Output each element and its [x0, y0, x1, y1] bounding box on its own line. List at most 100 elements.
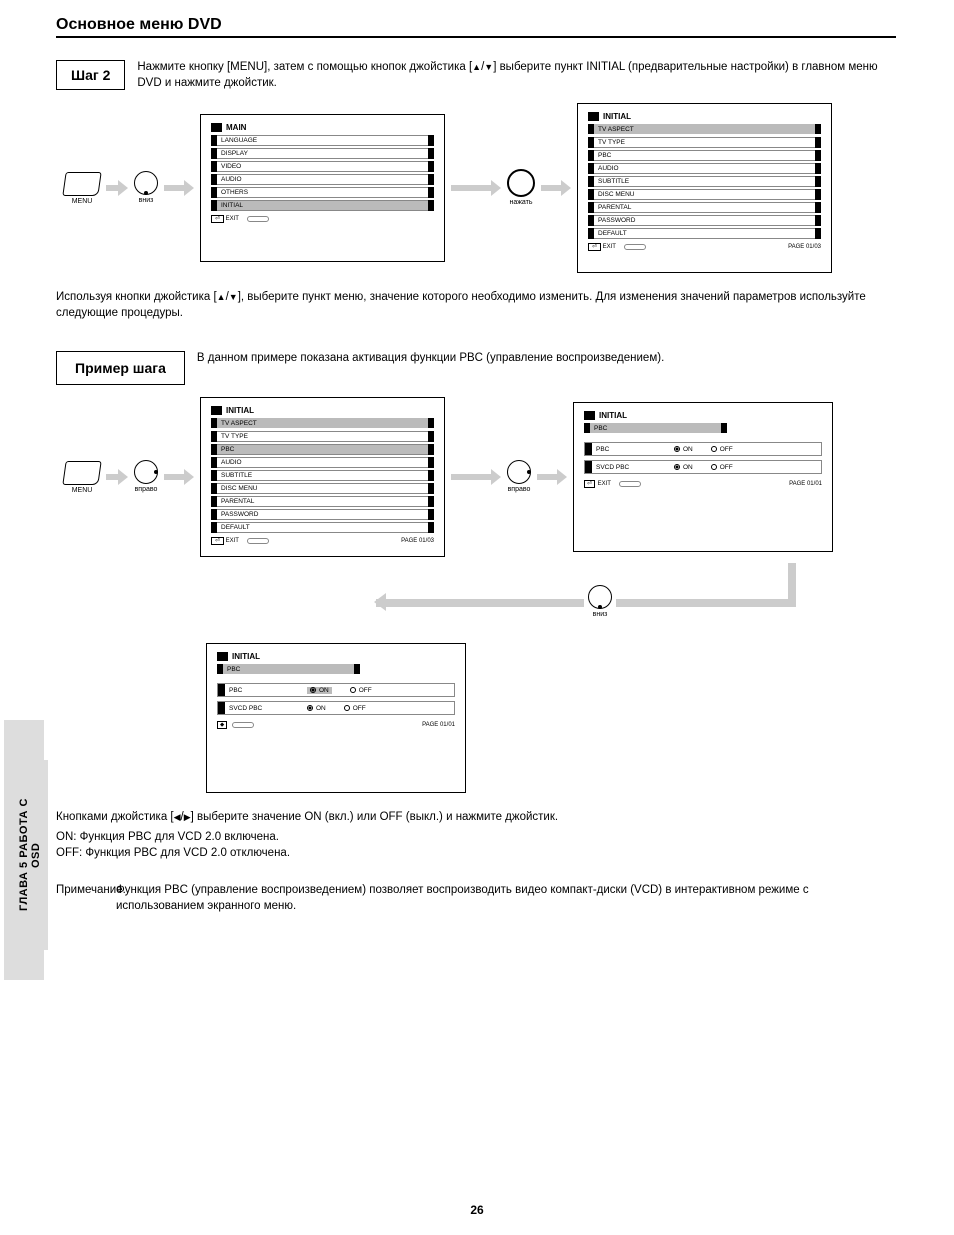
arrow-icon — [164, 182, 194, 194]
screen-pbc-2: INITIAL PBC PBC ON OFF SVCD PBC ON OFF ◆… — [206, 643, 466, 793]
step2-label: Шаг 2 — [56, 60, 125, 90]
initial-item[interactable]: AUDIO — [217, 457, 428, 468]
menu-button-label: MENU — [64, 198, 100, 205]
joystick-down[interactable]: вниз — [584, 585, 616, 619]
joystick-right[interactable]: вправо — [507, 460, 531, 494]
pbc2-sub: PBC — [223, 664, 354, 674]
radio-icon[interactable] — [307, 705, 313, 711]
page-indicator: PAGE 01/03 — [788, 244, 821, 250]
joy-right-label: вправо — [507, 486, 531, 494]
initial-item[interactable]: DISC MENU — [217, 483, 428, 494]
joystick-down[interactable]: вниз — [134, 171, 158, 205]
initial-item[interactable]: PBC — [594, 150, 815, 161]
divider — [56, 36, 896, 38]
initial-item[interactable]: TV TYPE — [217, 431, 428, 442]
svcd-pbc-label: SVCD PBC — [229, 705, 307, 712]
pbc-group-selected[interactable]: PBC ON OFF — [217, 683, 455, 697]
screen-initial2-title: INITIAL — [226, 406, 254, 415]
initial-item[interactable]: SUBTITLE — [594, 176, 815, 187]
exit-label[interactable]: EXIT — [603, 244, 616, 250]
svcd-pbc-group[interactable]: SVCD PBC ON OFF — [584, 460, 822, 474]
joy-down-label: вниз — [588, 611, 612, 619]
side-tab: ГЛАВА 5 РАБОТА С OSD — [12, 760, 48, 950]
triangle-down-icon: ▼ — [229, 292, 238, 302]
arrow-icon — [164, 471, 194, 483]
exit-key-icon: ⏎ — [584, 480, 595, 488]
note-label: Примечание. — [56, 882, 116, 914]
main-item-selected[interactable]: INITIAL — [217, 200, 428, 211]
radio-icon[interactable] — [711, 464, 717, 470]
triangle-down-icon: ▼ — [484, 62, 493, 72]
pbc2-title: INITIAL — [232, 652, 260, 661]
page-number: 26 — [0, 1203, 954, 1217]
main-item[interactable]: DISPLAY — [217, 148, 428, 159]
initial-item[interactable]: DEFAULT — [217, 522, 428, 533]
initial-item[interactable]: PASSWORD — [594, 215, 815, 226]
pbc-group[interactable]: PBC ON OFF — [584, 442, 822, 456]
step2-text: Нажмите кнопку [MENU], затем с помощью к… — [137, 60, 896, 91]
initial-item[interactable]: PARENTAL — [594, 202, 815, 213]
tv-icon — [584, 411, 595, 420]
radio-icon[interactable] — [350, 687, 356, 693]
menu-button-label: MENU — [64, 487, 100, 494]
exit-label[interactable]: EXIT — [226, 538, 239, 544]
opt-on: ON — [319, 687, 329, 694]
final-instruction: Кнопками джойстика [◀/▶] выберите значен… — [56, 809, 896, 861]
example-step-label: Пример шага — [56, 351, 185, 385]
opt-on: ON — [683, 446, 693, 453]
initial-item[interactable]: TV TYPE — [594, 137, 815, 148]
radio-icon[interactable] — [310, 687, 316, 693]
pill-icon — [247, 538, 269, 544]
initial-item[interactable]: DISC MENU — [594, 189, 815, 200]
exit-label[interactable]: EXIT — [226, 216, 239, 222]
joy-down-label: вниз — [134, 197, 158, 205]
initial-item[interactable]: AUDIO — [594, 163, 815, 174]
screen-pbc-1: INITIAL PBC PBC ON OFF SVCD PBC ON OFF ⏎… — [573, 402, 833, 552]
final-before: Кнопками джойстика [ — [56, 811, 174, 823]
svcd-pbc-group[interactable]: SVCD PBC ON OFF — [217, 701, 455, 715]
opt-off: OFF — [359, 687, 372, 694]
page-indicator: PAGE 01/01 — [422, 722, 455, 728]
flow2: MENU вправо INITIAL TV ASPECT TV TYPE PB… — [56, 397, 896, 557]
triangle-up-icon: ▲ — [217, 292, 226, 302]
screen-main: MAIN LANGUAGE DISPLAY VIDEO AUDIO OTHERS… — [200, 114, 445, 262]
triangle-left-icon: ◀ — [174, 812, 181, 822]
opt-off: OFF — [353, 705, 366, 712]
main-item[interactable]: VIDEO — [217, 161, 428, 172]
initial-item[interactable]: PASSWORD — [217, 509, 428, 520]
main-item[interactable]: OTHERS — [217, 187, 428, 198]
svcd-pbc-label: SVCD PBC — [596, 464, 674, 471]
initial-item-selected[interactable]: PBC — [217, 444, 428, 455]
radio-icon[interactable] — [674, 464, 680, 470]
exit-label[interactable]: EXIT — [598, 481, 611, 487]
initial-item[interactable]: DEFAULT — [594, 228, 815, 239]
joystick-push[interactable]: нажать — [507, 169, 535, 207]
radio-icon[interactable] — [711, 446, 717, 452]
tv-icon — [211, 123, 222, 132]
initial-item[interactable]: PARENTAL — [217, 496, 428, 507]
example-step-row: Пример шага В данном примере показана ак… — [56, 351, 896, 385]
menu-button[interactable]: MENU — [64, 461, 100, 494]
flow1: MENU вниз MAIN LANGUAGE DISPLAY VIDEO AU… — [56, 103, 896, 273]
radio-icon[interactable] — [674, 446, 680, 452]
joystick-right[interactable]: вправо — [134, 460, 158, 494]
elbow-arrow: вниз — [256, 573, 816, 643]
initial-sub[interactable]: TV ASPECT — [217, 418, 428, 428]
arrow-icon — [451, 182, 501, 194]
param-select-text: Используя кнопки джойстика [▲/▼], выбери… — [56, 289, 896, 321]
section-title: Основное меню DVD — [56, 16, 896, 34]
initial-item[interactable]: SUBTITLE — [217, 470, 428, 481]
joy-right-label: вправо — [134, 486, 158, 494]
screen-initial-2: INITIAL TV ASPECT TV TYPE PBC AUDIO SUBT… — [200, 397, 445, 557]
final-line-on: ON: Функция PBC для VCD 2.0 включена. — [56, 829, 896, 845]
initial-sub-selected[interactable]: TV ASPECT — [594, 124, 815, 134]
page-key-icon: ◆ — [217, 721, 227, 729]
page-indicator: PAGE 01/03 — [401, 538, 434, 544]
menu-button[interactable]: MENU — [64, 172, 100, 205]
main-item[interactable]: AUDIO — [217, 174, 428, 185]
radio-icon[interactable] — [344, 705, 350, 711]
exit-key-icon: ⏎ — [588, 243, 601, 251]
pbc1-title: INITIAL — [599, 411, 627, 420]
main-item[interactable]: LANGUAGE — [217, 135, 428, 146]
tv-icon — [211, 406, 222, 415]
